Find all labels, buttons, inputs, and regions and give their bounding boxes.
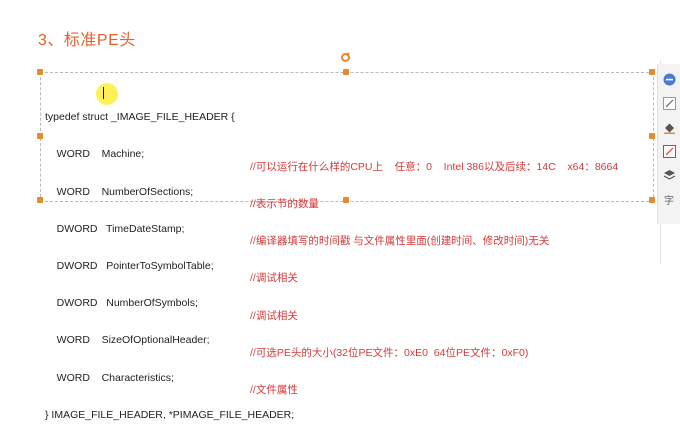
code-field-decl: WORD Characteristics; <box>45 371 174 384</box>
code-line-field: WORD Machine; //可以运行在什么样的CPU上 任意：0 Intel… <box>45 136 619 172</box>
code-field-comment: //可以运行在什么样的CPU上 任意：0 Intel 386以及后续：14C x… <box>250 160 619 173</box>
resize-handle-top-left[interactable] <box>37 69 43 75</box>
edit-icon[interactable] <box>662 96 676 110</box>
code-line-open: typedef struct _IMAGE_FILE_HEADER { <box>45 99 235 123</box>
side-toolbar: 字 <box>657 64 680 224</box>
text-box-selection[interactable] <box>40 72 654 202</box>
code-line-field: WORD SizeOfOptionalHeader; //可选PE头的大小(32… <box>45 322 529 358</box>
code-field-comment: //表示节的数量 <box>250 198 319 211</box>
code-line-field: DWORD TimeDateStamp; //编译器填写的时间戳 与文件属性里面… <box>45 210 550 247</box>
code-line-field: DWORD PointerToSymbolTable; //调试相关 <box>45 248 298 284</box>
code-field-comment: //调试相关 <box>250 272 298 285</box>
code-field-decl: DWORD TimeDateStamp; <box>45 222 185 235</box>
layers-icon[interactable] <box>662 168 676 182</box>
code-field-decl: DWORD PointerToSymbolTable; <box>45 260 214 273</box>
text-icon[interactable]: 字 <box>662 192 676 207</box>
code-line-field: WORD NumberOfSections; //表示节的数量 <box>45 173 319 210</box>
code-field-comment: //文件属性 <box>250 384 298 397</box>
code-line-close: } IMAGE_FILE_HEADER, *PIMAGE_FILE_HEADER… <box>45 396 294 421</box>
minus-circle-icon[interactable] <box>662 72 676 86</box>
code-block[interactable]: typedef struct _IMAGE_FILE_HEADER { WORD… <box>45 74 619 421</box>
code-field-comment: //调试相关 <box>250 309 298 322</box>
resize-handle-top-right[interactable] <box>649 69 655 75</box>
code-field-comment: //编译器填写的时间戳 与文件属性里面(创建时间、修改时间)无关 <box>250 235 550 248</box>
resize-handle-top-center[interactable] <box>343 69 349 75</box>
code-field-decl: WORD Machine; <box>45 148 145 161</box>
resize-handle-middle-right[interactable] <box>649 133 655 139</box>
resize-handle-middle-left[interactable] <box>37 133 43 139</box>
text-tool-label: 字 <box>664 195 674 207</box>
rotate-handle-icon[interactable] <box>341 53 350 62</box>
code-field-decl: DWORD NumberOfSymbols; <box>45 297 198 310</box>
code-field-decl: WORD SizeOfOptionalHeader; <box>45 334 210 347</box>
resize-handle-bottom-right[interactable] <box>649 197 655 203</box>
cursor-highlight <box>96 83 118 105</box>
code-line-field: DWORD NumberOfSymbols; //调试相关 <box>45 285 298 321</box>
resize-handle-bottom-center[interactable] <box>343 197 349 203</box>
code-struct-open: typedef struct _IMAGE_FILE_HEADER { <box>45 111 235 124</box>
code-field-comment: //可选PE头的大小(32位PE文件：0xE0 64位PE文件：0xF0) <box>250 346 529 359</box>
section-heading: 3、标准PE头 <box>38 32 136 49</box>
fill-icon[interactable] <box>662 120 676 134</box>
code-line-field: WORD Characteristics; //文件属性 <box>45 359 298 396</box>
code-field-decl: WORD NumberOfSections; <box>45 185 194 198</box>
text-cursor <box>103 87 104 99</box>
crop-icon[interactable] <box>662 144 676 158</box>
resize-handle-bottom-left[interactable] <box>37 197 43 203</box>
code-struct-close: } IMAGE_FILE_HEADER, *PIMAGE_FILE_HEADER… <box>45 408 295 421</box>
